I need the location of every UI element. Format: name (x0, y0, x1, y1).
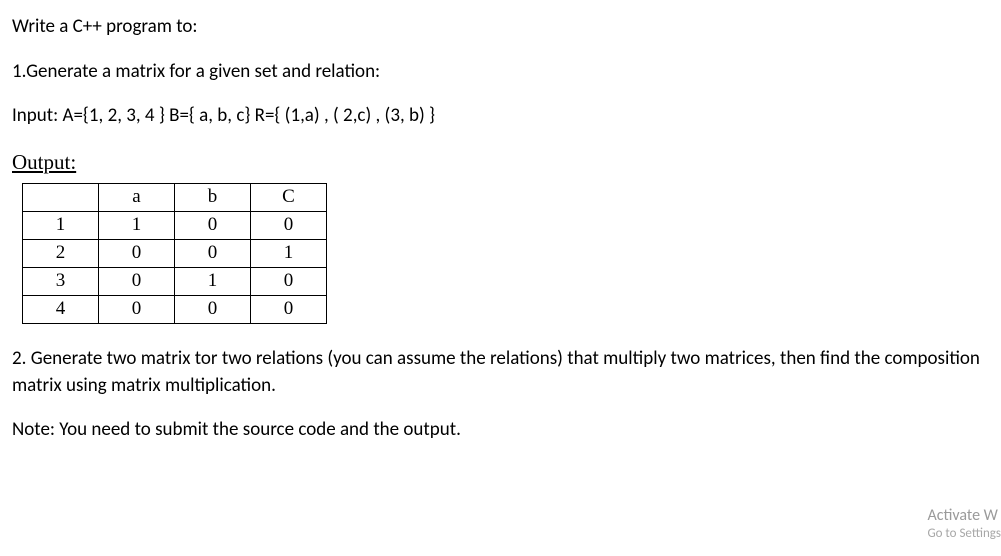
output-label: Output: (12, 148, 989, 177)
watermark-title: Activate W (927, 506, 1001, 526)
table-header-cell: C (251, 184, 327, 212)
input-line: Input: A={1, 2, 3, 4 } B={ a, b, c} R={ … (12, 103, 989, 130)
table-cell: 3 (23, 268, 99, 296)
activate-windows-watermark: Activate W Go to Settings (927, 506, 1001, 542)
table-header-row: a b C (23, 184, 327, 212)
table-cell: 1 (99, 212, 175, 240)
table-row: 4 0 0 0 (23, 296, 327, 324)
table-cell: 0 (175, 240, 251, 268)
table-cell: 2 (23, 240, 99, 268)
note-line: Note: You need to submit the source code… (12, 417, 989, 444)
output-label-text: Output: (12, 150, 76, 174)
table-row: 1 1 0 0 (23, 212, 327, 240)
instruction-line-1: Write a C++ program to: (12, 14, 989, 41)
table-cell: 0 (175, 212, 251, 240)
instruction-line-2: 1.Generate a matrix for a given set and … (12, 59, 989, 86)
table-cell: 1 (23, 212, 99, 240)
table-cell: 1 (175, 268, 251, 296)
table-cell: 4 (23, 296, 99, 324)
output-table: a b C 1 1 0 0 2 0 0 1 3 0 1 0 4 0 0 0 (22, 183, 327, 324)
table-cell: 0 (175, 296, 251, 324)
table-cell: 1 (251, 240, 327, 268)
table-header-cell: b (175, 184, 251, 212)
table-cell: 0 (99, 268, 175, 296)
watermark-subtitle: Go to Settings (927, 526, 1001, 542)
table-cell: 0 (251, 212, 327, 240)
table-header-cell (23, 184, 99, 212)
table-cell: 0 (251, 268, 327, 296)
table-row: 2 0 0 1 (23, 240, 327, 268)
table-cell: 0 (99, 296, 175, 324)
table-cell: 0 (99, 240, 175, 268)
table-header-cell: a (99, 184, 175, 212)
instruction-line-3: 2. Generate two matrix tor two relations… (12, 346, 989, 399)
table-cell: 0 (251, 296, 327, 324)
table-row: 3 0 1 0 (23, 268, 327, 296)
